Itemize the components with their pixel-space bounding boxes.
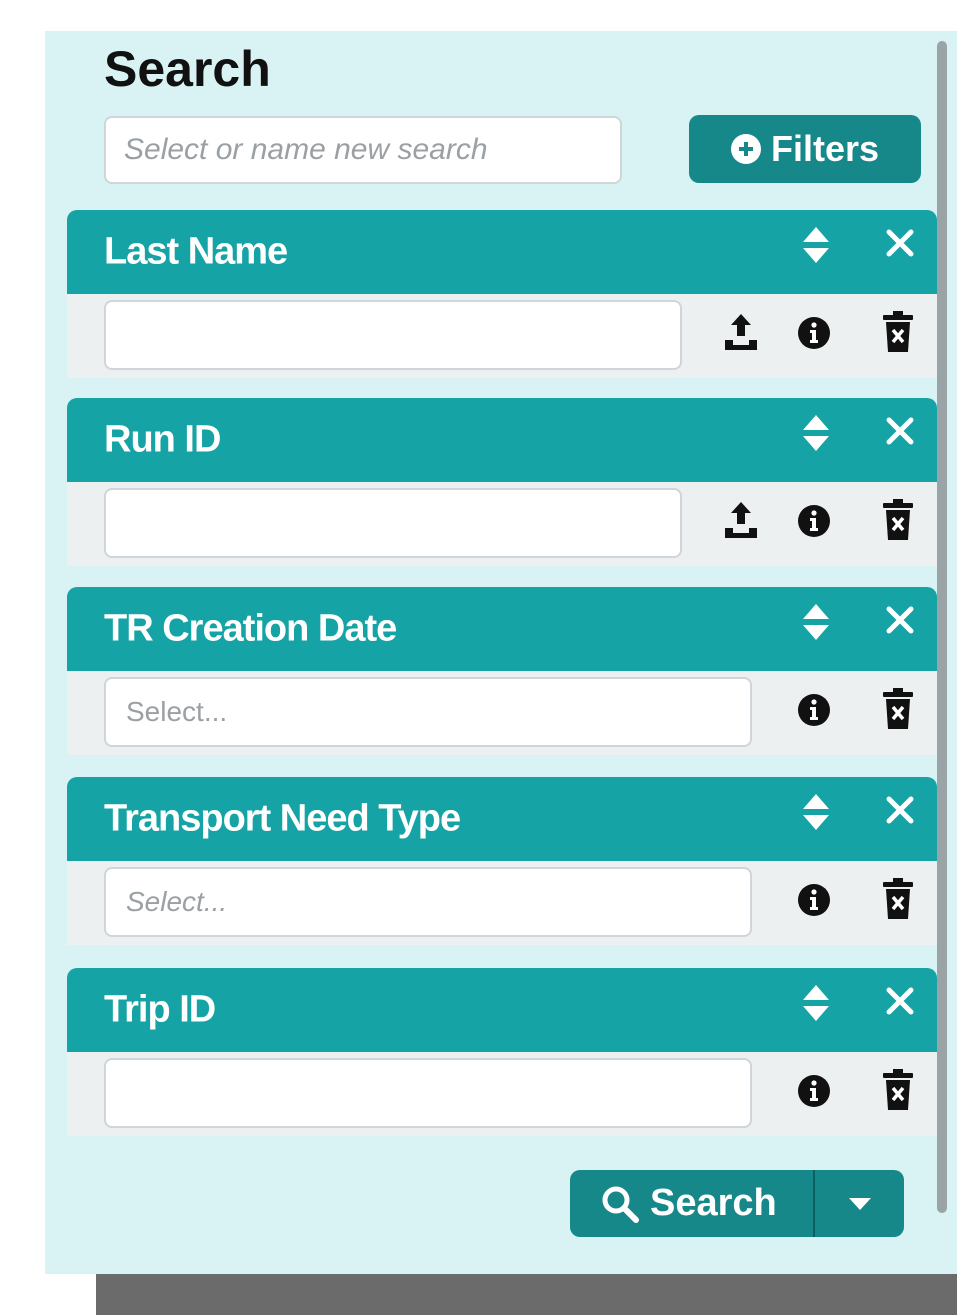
search-dropdown-toggle[interactable] [815,1170,904,1237]
tr-creation-date-select[interactable] [104,677,752,747]
sort-icon[interactable] [801,982,831,1024]
filter-title: Run ID [104,418,221,461]
filter-body [67,671,937,755]
close-icon[interactable] [885,605,915,635]
filter-body [67,861,937,945]
trash-icon[interactable] [881,687,915,731]
scrollbar[interactable] [937,41,947,1213]
upload-icon[interactable] [723,500,759,540]
info-icon[interactable] [797,316,831,350]
close-icon[interactable] [885,986,915,1016]
trip-id-input[interactable] [104,1058,752,1128]
last-name-input[interactable] [104,300,682,370]
filter-header: TR Creation Date [67,587,937,671]
search-name-input[interactable] [104,116,622,184]
filters-button-label: Filters [770,128,880,169]
filter-header: Transport Need Type [67,777,937,861]
transport-need-type-select[interactable] [104,867,752,937]
filter-trip-id: Trip ID [67,968,937,1136]
close-icon[interactable] [885,795,915,825]
search-button[interactable]: Search [570,1170,815,1237]
info-icon[interactable] [797,504,831,538]
sort-icon[interactable] [801,224,831,266]
search-split-button: Search [570,1170,904,1237]
filter-header: Run ID [67,398,937,482]
filter-body [67,294,937,378]
search-button-label: Search [650,1182,777,1224]
close-icon[interactable] [885,228,915,258]
sort-icon[interactable] [801,601,831,643]
filters-button[interactable]: Filters [689,115,921,183]
filter-run-id: Run ID [67,398,937,566]
sort-icon[interactable] [801,412,831,454]
trash-icon[interactable] [881,498,915,542]
trash-icon[interactable] [881,310,915,354]
close-icon[interactable] [885,416,915,446]
plus-circle-icon [730,134,761,164]
run-id-input[interactable] [104,488,682,558]
info-icon[interactable] [797,883,831,917]
caret-down-icon [848,1197,871,1210]
info-icon[interactable] [797,1074,831,1108]
search-icon [602,1186,639,1223]
upload-icon[interactable] [723,312,759,352]
background-bar [96,1272,957,1315]
info-icon[interactable] [797,693,831,727]
trash-icon[interactable] [881,1068,915,1112]
filter-title: TR Creation Date [104,607,397,650]
filter-transport-need-type: Transport Need Type [67,777,937,945]
filter-last-name: Last Name [67,210,937,378]
filter-header: Trip ID [67,968,937,1052]
filter-tr-creation-date: TR Creation Date [67,587,937,755]
filter-header: Last Name [67,210,937,294]
page-title: Search [104,41,271,97]
filter-body [67,482,937,566]
filter-title: Trip ID [104,988,216,1031]
filter-title: Last Name [104,230,288,273]
sort-icon[interactable] [801,791,831,833]
filter-title: Transport Need Type [104,797,461,840]
filter-body [67,1052,937,1136]
trash-icon[interactable] [881,877,915,921]
